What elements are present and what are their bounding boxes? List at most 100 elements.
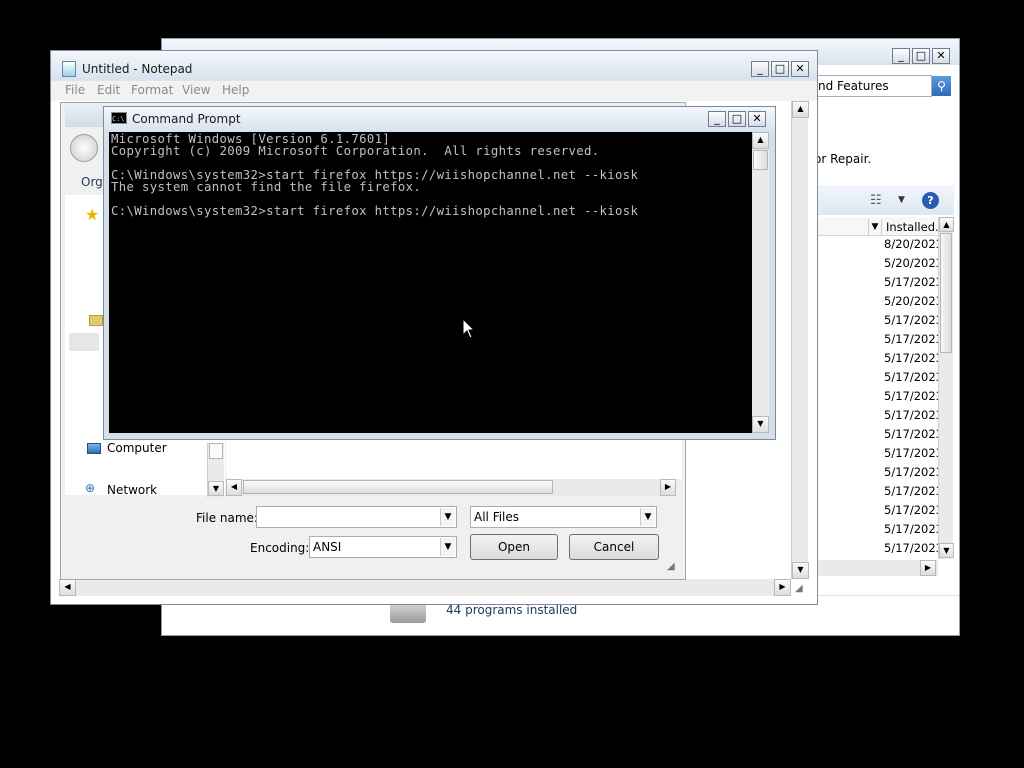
cmd-scroll-down-icon[interactable]: ▼ xyxy=(752,416,769,433)
file-type-value: All Files xyxy=(474,510,520,524)
nav-network[interactable]: Network xyxy=(107,483,157,497)
notepad-scroll-left-icon[interactable]: ◀ xyxy=(59,579,76,596)
nav-selection-row[interactable] xyxy=(69,333,99,351)
installed-date-cell[interactable]: 5/17/2023 xyxy=(884,389,938,403)
programs-close-button[interactable]: ✕ xyxy=(932,48,950,64)
open-button[interactable]: Open xyxy=(470,534,558,560)
folder-icon[interactable] xyxy=(89,315,103,326)
installed-date-cell[interactable]: 5/17/2023 xyxy=(884,465,938,479)
nav-computer[interactable]: Computer xyxy=(107,441,167,455)
cmd-output: Microsoft Windows [Version 6.1.7601] Copy… xyxy=(111,133,751,217)
notepad-v-scrollbar[interactable]: ▲ ▼ xyxy=(791,101,809,579)
menu-format[interactable]: Format xyxy=(131,83,173,97)
installed-date-cell[interactable]: 8/20/2023 xyxy=(884,237,938,251)
column-dropdown-chevron-icon[interactable]: ▼ xyxy=(868,219,882,235)
file-list-scroll-right-icon[interactable]: ▶ xyxy=(660,479,676,496)
notepad-scroll-down-icon[interactable]: ▼ xyxy=(792,562,809,579)
encoding-select[interactable]: ANSI ▼ xyxy=(309,536,457,558)
installed-date-cell[interactable]: 5/17/2023 xyxy=(884,332,938,346)
help-icon[interactable]: ? xyxy=(922,192,939,209)
mouse-cursor-icon xyxy=(462,318,476,339)
file-type-select[interactable]: All Files ▼ xyxy=(470,506,657,528)
nav-scroll-thumb[interactable] xyxy=(209,443,223,459)
installed-date-cell[interactable]: 5/17/2023 xyxy=(884,313,938,327)
notepad-menu-bar: File Edit Format View Help xyxy=(51,81,817,101)
nav-pane-scrollbar[interactable]: ▼ xyxy=(207,443,224,497)
file-list-scroll-thumb[interactable] xyxy=(243,480,553,494)
programs-maximize-button[interactable]: □ xyxy=(912,48,930,64)
back-button-icon[interactable] xyxy=(70,134,98,162)
installed-date-cell[interactable]: 5/17/2023 xyxy=(884,275,938,289)
cmd-console[interactable]: Microsoft Windows [Version 6.1.7601] Copy… xyxy=(109,132,752,433)
search-icon[interactable]: ⚲ xyxy=(932,76,951,96)
notepad-h-scrollbar[interactable]: ◀ ▶ xyxy=(59,579,791,596)
scroll-up-arrow-icon[interactable]: ▲ xyxy=(939,217,954,232)
installed-date-cell[interactable]: 5/17/2023 xyxy=(884,446,938,460)
file-type-chevron-down-icon[interactable]: ▼ xyxy=(640,508,655,526)
cmd-scroll-up-icon[interactable]: ▲ xyxy=(752,132,769,149)
installed-column-header[interactable]: Installed... xyxy=(886,219,938,236)
encoding-value: ANSI xyxy=(313,540,342,554)
installed-date-cell[interactable]: 5/17/2023 xyxy=(884,484,938,498)
notepad-scroll-up-icon[interactable]: ▲ xyxy=(792,101,809,118)
file-name-label: File name: xyxy=(196,511,258,525)
installed-date-cell[interactable]: 5/17/2023 xyxy=(884,503,938,517)
installed-date-cell[interactable]: 5/17/2023 xyxy=(884,427,938,441)
scroll-down-arrow-icon[interactable]: ▼ xyxy=(939,543,954,558)
notepad-close-button[interactable]: ✕ xyxy=(791,61,809,77)
network-icon[interactable]: ⊕ xyxy=(85,482,101,494)
nav-scroll-down-icon[interactable]: ▼ xyxy=(208,481,224,496)
file-name-input[interactable]: ▼ xyxy=(256,506,457,528)
organize-button[interactable]: Org xyxy=(81,175,103,189)
views-dropdown-chevron-icon[interactable]: ▼ xyxy=(898,195,905,205)
programs-list-scrollbar[interactable]: ▲ ▼ xyxy=(938,217,954,559)
cancel-button[interactable]: Cancel xyxy=(569,534,659,560)
computer-icon[interactable] xyxy=(87,443,101,454)
cmd-maximize-button[interactable]: □ xyxy=(728,111,746,127)
installed-date-cell[interactable]: 5/20/2023 xyxy=(884,256,938,270)
menu-edit[interactable]: Edit xyxy=(97,83,120,97)
cmd-v-scrollbar[interactable]: ▲ ▼ xyxy=(752,132,769,433)
menu-file[interactable]: File xyxy=(65,83,85,97)
programs-h-scrollbar[interactable]: ▶ xyxy=(814,560,938,576)
notepad-minimize-button[interactable]: _ xyxy=(751,61,769,77)
notepad-maximize-button[interactable]: □ xyxy=(771,61,789,77)
cmd-line: Copyright (c) 2009 Microsoft Corporation… xyxy=(111,144,600,158)
programs-minimize-button[interactable]: _ xyxy=(892,48,910,64)
notepad-app-icon xyxy=(62,61,76,77)
dialog-resize-grip-icon[interactable]: ◢ xyxy=(667,561,675,572)
installed-date-cell[interactable]: 5/20/2023 xyxy=(884,294,938,308)
notepad-title: Untitled - Notepad xyxy=(82,62,193,76)
notepad-scroll-right-icon[interactable]: ▶ xyxy=(774,579,791,596)
menu-help[interactable]: Help xyxy=(222,83,249,97)
dialog-nav-bar xyxy=(65,105,105,127)
favorites-star-icon[interactable]: ★ xyxy=(85,205,99,224)
file-name-chevron-down-icon[interactable]: ▼ xyxy=(440,508,455,526)
cmd-window: C:\ Command Prompt _ □ ✕ Microsoft Windo… xyxy=(103,106,776,440)
scroll-right-arrow-icon[interactable]: ▶ xyxy=(920,560,936,576)
cmd-minimize-button[interactable]: _ xyxy=(708,111,726,127)
cmd-close-button[interactable]: ✕ xyxy=(748,111,766,127)
programs-repair-text: or Repair. xyxy=(814,152,872,166)
installed-date-cell[interactable]: 5/17/2023 xyxy=(884,408,938,422)
cmd-line: C:\Windows\system32>start firefox https:… xyxy=(111,204,639,218)
programs-search-box[interactable]: nd Features xyxy=(814,75,932,97)
installed-date-cell[interactable]: 5/17/2023 xyxy=(884,541,938,555)
encoding-label: Encoding: xyxy=(250,541,310,555)
cmd-app-icon: C:\ xyxy=(111,112,127,124)
installed-date-cell[interactable]: 5/17/2023 xyxy=(884,522,938,536)
cmd-title: Command Prompt xyxy=(132,112,241,126)
file-list-scroll-left-icon[interactable]: ◀ xyxy=(226,479,242,496)
scroll-thumb[interactable] xyxy=(940,233,952,353)
notepad-resize-grip-icon[interactable]: ◢ xyxy=(795,583,803,594)
menu-view[interactable]: View xyxy=(182,83,210,97)
installed-date-cell[interactable]: 5/17/2023 xyxy=(884,370,938,384)
installed-date-cell[interactable]: 5/17/2023 xyxy=(884,351,938,365)
file-list-h-scrollbar[interactable]: ◀ ▶ xyxy=(226,479,676,496)
views-icon[interactable]: ☷ xyxy=(870,194,886,208)
installed-dates-list: 8/20/2023 5/20/2023 5/17/2023 5/20/2023 5/17… xyxy=(884,237,938,557)
programs-count-text: 44 programs installed xyxy=(446,603,578,617)
cmd-line: The system cannot find the file firefox. xyxy=(111,180,422,194)
cmd-scroll-thumb[interactable] xyxy=(753,150,768,170)
encoding-chevron-down-icon[interactable]: ▼ xyxy=(440,538,455,556)
